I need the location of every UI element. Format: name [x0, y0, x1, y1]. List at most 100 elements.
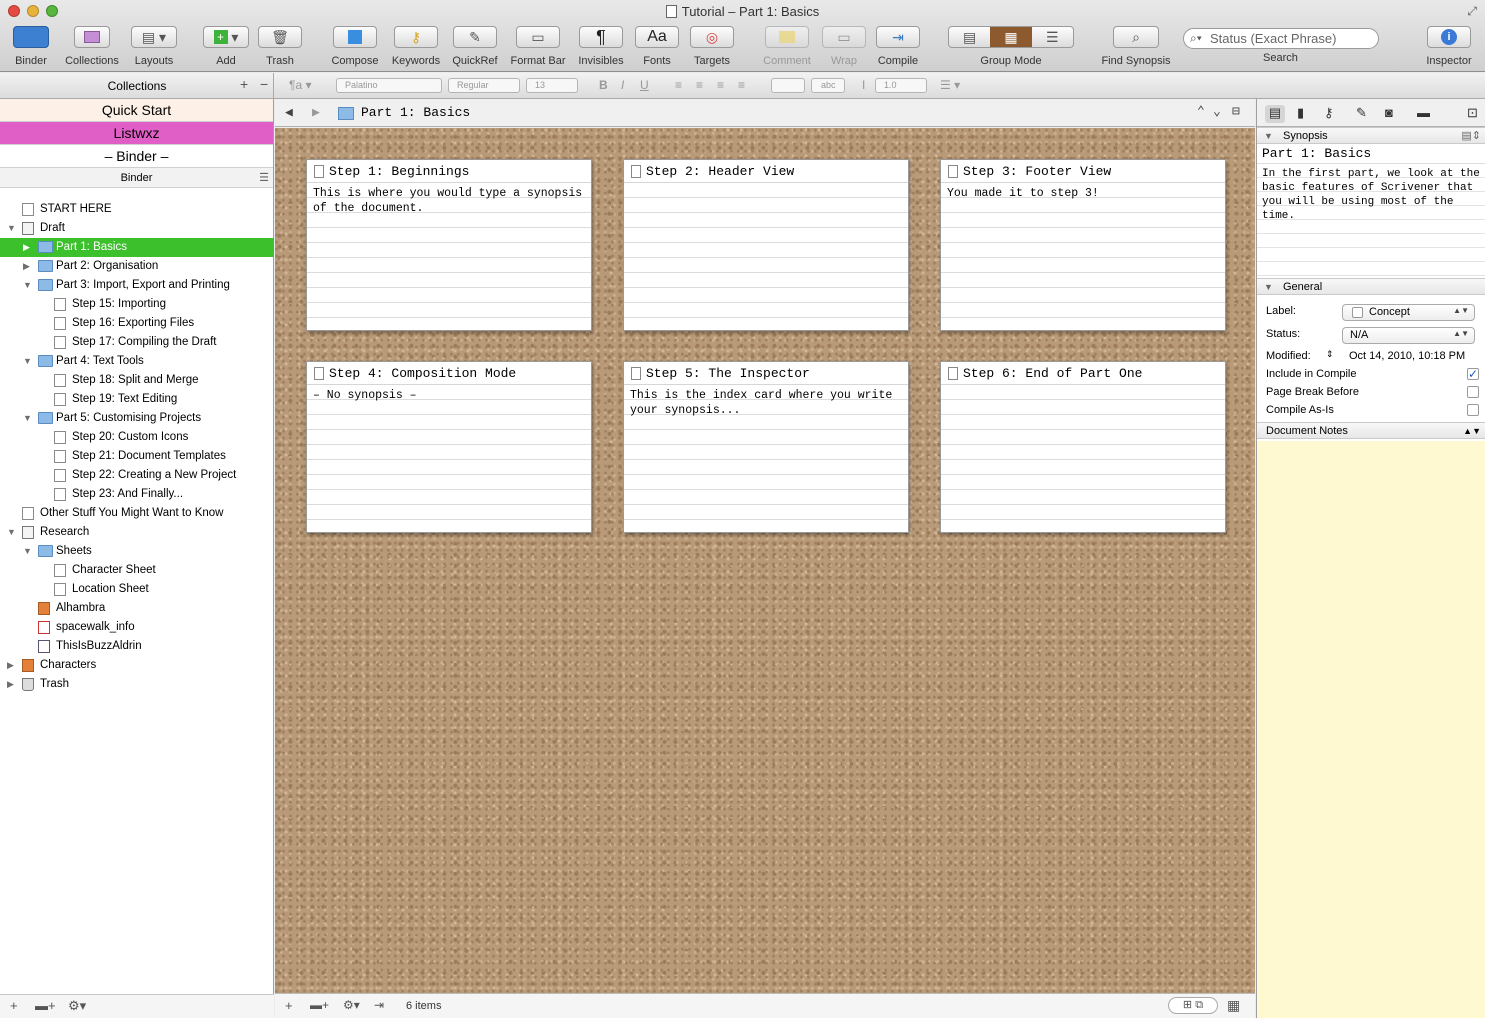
remove-collection-icon[interactable]: −	[260, 76, 268, 92]
format-bar-button[interactable]: ▭ Format Bar	[507, 26, 569, 67]
quickref-button[interactable]: ✎ QuickRef	[450, 26, 500, 67]
card-synopsis[interactable]: This is where you would type a synopsis …	[307, 183, 591, 330]
binder-item[interactable]: spacewalk_info	[0, 618, 274, 637]
paragraph-style-icon[interactable]: ¶a ▾	[289, 78, 311, 92]
add-button[interactable]: + ▾ Add	[203, 26, 249, 67]
comment-button[interactable]: Comment	[760, 26, 814, 67]
disclosure-triangle-icon[interactable]: ▼	[23, 276, 32, 295]
find-synopsis-button[interactable]: ⌕ Find Synopsis	[1098, 26, 1174, 67]
disclosure-triangle-icon[interactable]: ▶	[23, 257, 30, 276]
highlight-select[interactable]: abc	[811, 78, 845, 93]
text-color-select[interactable]	[771, 78, 805, 93]
binder-item[interactable]: ▶ Characters	[0, 656, 274, 675]
collection-tab-listwxz[interactable]: Listwxz	[0, 122, 273, 145]
synopsis-menu-icon[interactable]: ▤⇕	[1461, 128, 1481, 145]
index-card[interactable]: Step 6: End of Part One	[940, 361, 1226, 533]
binder-item[interactable]: Step 16: Exporting Files	[0, 314, 274, 333]
binder-item[interactable]: ▼ Part 3: Import, Export and Printing	[0, 276, 274, 295]
card-title[interactable]: Step 5: The Inspector	[624, 362, 908, 385]
align-center-icon[interactable]: ≡	[696, 78, 703, 92]
index-card[interactable]: Step 1: Beginnings This is where you woul…	[306, 159, 592, 331]
italic-button[interactable]: I	[621, 78, 624, 92]
font-style-select[interactable]: Regular	[448, 78, 520, 93]
bold-button[interactable]: B	[599, 78, 608, 92]
keywords-button[interactable]: ⚷ Keywords	[389, 26, 443, 67]
binder-menu-icon[interactable]: ☰	[259, 168, 269, 188]
align-left-icon[interactable]: ≡	[675, 78, 682, 92]
binder-item[interactable]: Step 15: Importing	[0, 295, 274, 314]
binder-item[interactable]: ▶ Trash	[0, 675, 274, 694]
grid-icon[interactable]: ▦	[1227, 997, 1240, 1014]
targets-button[interactable]: ◎ Targets	[690, 26, 734, 67]
binder-item[interactable]: Step 21: Document Templates	[0, 447, 274, 466]
card-title[interactable]: Step 1: Beginnings	[307, 160, 591, 183]
general-section-header[interactable]: ▼ General	[1257, 278, 1485, 295]
document-notes-area[interactable]	[1257, 441, 1485, 1018]
document-notes-header[interactable]: Document Notes ▲▼	[1257, 422, 1485, 439]
trash-button[interactable]: 🗑 Trash	[258, 26, 302, 67]
add-item-icon[interactable]: +	[10, 998, 18, 1013]
binder-item[interactable]: ThisIsBuzzAldrin	[0, 637, 274, 656]
binder-item[interactable]: Step 17: Compiling the Draft	[0, 333, 274, 352]
disclosure-triangle-icon[interactable]: ▼	[7, 219, 16, 238]
collection-tab-binder[interactable]: – Binder –	[0, 145, 273, 168]
disclosure-triangle-icon[interactable]: ▼	[23, 542, 32, 561]
fullscreen-icon[interactable]: ⤢	[1467, 4, 1477, 19]
outliner-icon[interactable]: ☰	[1032, 29, 1073, 46]
card-title[interactable]: Step 6: End of Part One	[941, 362, 1225, 385]
list-bullet-icon[interactable]: ☰ ▾	[940, 78, 960, 92]
binder-item[interactable]: ▼ Sheets	[0, 542, 274, 561]
binder-item[interactable]: Other Stuff You Might Want to Know	[0, 504, 274, 523]
fonts-button[interactable]: Aa Fonts	[635, 26, 679, 67]
group-mode-control[interactable]: ▤ ▦ ☰ Group Mode	[948, 26, 1074, 67]
layouts-button[interactable]: ▤ ▾ Layouts	[130, 26, 178, 67]
collections-button[interactable]: Collections	[62, 26, 122, 67]
align-right-icon[interactable]: ≡	[717, 78, 724, 92]
forward-arrow-icon[interactable]: ▶	[312, 105, 320, 120]
search-input[interactable]: ⌕▾ Status (Exact Phrase)	[1183, 28, 1379, 49]
binder-button[interactable]: Binder	[8, 26, 54, 67]
card-synopsis[interactable]: You made it to step 3!	[941, 183, 1225, 330]
page-break-before-checkbox[interactable]	[1467, 386, 1479, 398]
modified-stepper-icon[interactable]: ⇕	[1326, 349, 1334, 360]
compile-as-is-checkbox[interactable]	[1467, 404, 1479, 416]
label-select[interactable]: Concept ▲▼	[1342, 304, 1475, 321]
synopsis-text[interactable]: In the first part, we look at the basic …	[1257, 164, 1485, 278]
synopsis-section-header[interactable]: ▼ Synopsis ▤⇕	[1257, 127, 1485, 144]
inspector-doc-title[interactable]: Part 1: Basics	[1257, 144, 1485, 164]
paperclip-icon[interactable]: ✎	[1356, 105, 1367, 121]
notes-tab-icon[interactable]: ▤	[1265, 105, 1285, 123]
binder-item[interactable]: Step 20: Custom Icons	[0, 428, 274, 447]
binder-item[interactable]: Alhambra	[0, 599, 274, 618]
previous-document-icon[interactable]: ⌃	[1197, 104, 1205, 119]
inspector-button[interactable]: i Inspector	[1422, 26, 1476, 67]
disclosure-triangle-icon[interactable]: ▶	[7, 656, 14, 675]
split-editor-icon[interactable]: ⊟	[1232, 104, 1240, 119]
binder-item[interactable]: Step 19: Text Editing	[0, 390, 274, 409]
add-collection-icon[interactable]: +	[240, 76, 248, 92]
line-spacing-icon[interactable]: I	[862, 78, 865, 92]
compose-button[interactable]: Compose	[328, 26, 382, 67]
binder-item[interactable]: ▼ Part 5: Customising Projects	[0, 409, 274, 428]
camera-icon[interactable]: ◙	[1385, 105, 1393, 120]
binder-item[interactable]: START HERE	[0, 200, 274, 219]
scrivenings-icon[interactable]: ▤	[949, 29, 990, 46]
add-item-icon[interactable]: +	[285, 998, 293, 1013]
binder-item[interactable]: Location Sheet	[0, 580, 274, 599]
binder-item[interactable]: ▶ Part 2: Organisation	[0, 257, 274, 276]
card-view-toggle[interactable]: ⊞ ⧉	[1168, 997, 1218, 1014]
line-spacing-select[interactable]: 1.0	[875, 78, 927, 93]
index-card[interactable]: Step 2: Header View	[623, 159, 909, 331]
disclosure-triangle-icon[interactable]: ▼	[23, 409, 32, 428]
card-synopsis[interactable]: – No synopsis –	[307, 385, 591, 532]
disclosure-triangle-icon[interactable]: ▼	[1264, 279, 1273, 296]
status-select[interactable]: N/A ▲▼	[1342, 327, 1475, 344]
card-synopsis[interactable]	[624, 183, 908, 330]
underline-button[interactable]: U	[640, 78, 649, 92]
popup-arrows-icon[interactable]: ▲▼	[1463, 423, 1481, 440]
binder-item[interactable]: ▶ Part 1: Basics	[0, 238, 274, 257]
wrap-button[interactable]: ▭ Wrap	[822, 26, 866, 67]
font-size-select[interactable]: 13	[526, 78, 578, 93]
card-title[interactable]: Step 4: Composition Mode	[307, 362, 591, 385]
index-card[interactable]: Step 4: Composition Mode – No synopsis –	[306, 361, 592, 533]
